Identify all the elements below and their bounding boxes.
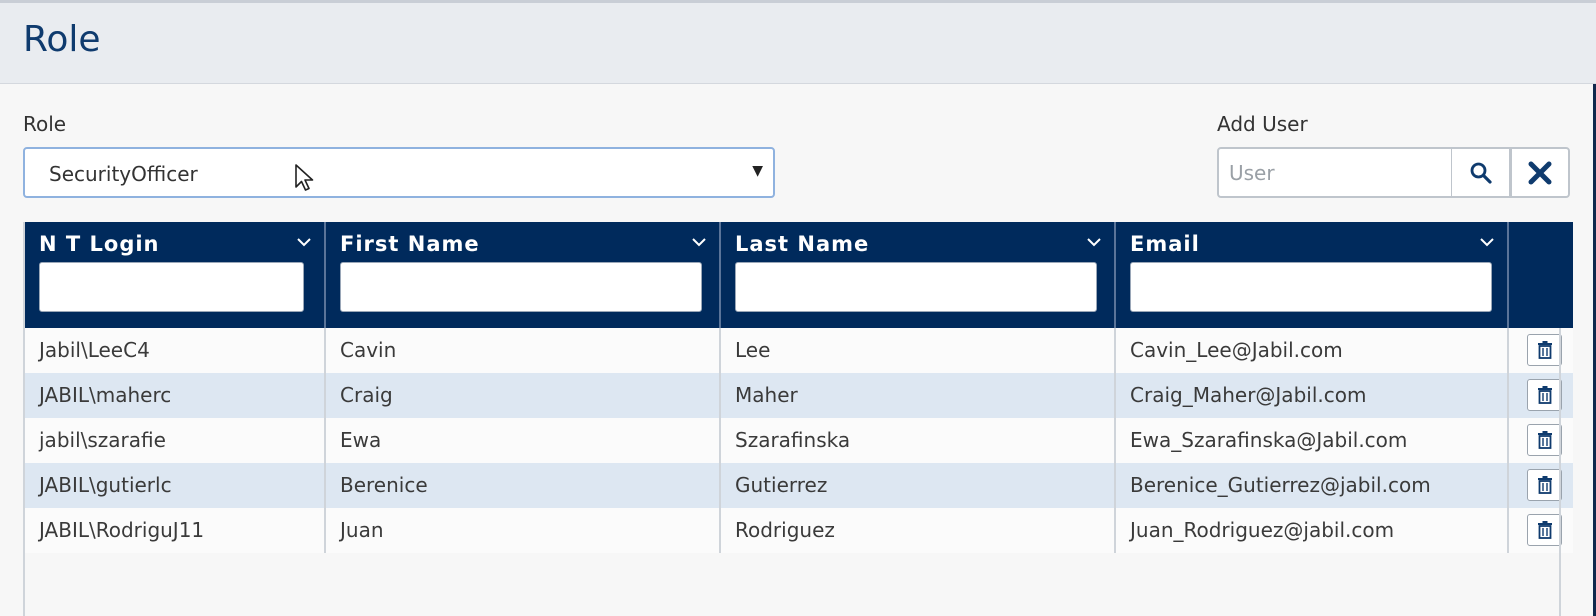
chevron-down-icon[interactable] [296, 236, 312, 248]
cell-last-name: Maher [721, 373, 1116, 418]
column-title: First Name [340, 232, 480, 256]
cell-first-name: Cavin [326, 328, 721, 373]
row-actions [1509, 463, 1573, 508]
cell-email: Cavin_Lee@Jabil.com [1116, 328, 1509, 373]
page-title: Role [23, 19, 101, 60]
add-user-label: Add User [1217, 112, 1308, 136]
last-name-filter-input[interactable] [735, 262, 1097, 312]
search-button[interactable] [1451, 147, 1511, 198]
cell-first-name: Juan [326, 508, 721, 553]
chevron-down-icon[interactable] [1479, 236, 1495, 248]
grid-scrollbar[interactable] [1559, 328, 1561, 616]
cell-first-name: Craig [326, 373, 721, 418]
delete-row-button[interactable] [1527, 514, 1562, 546]
row-actions [1509, 508, 1573, 553]
table-row[interactable]: Jabil\LeeC4 Cavin Lee Cavin_Lee@Jabil.co… [25, 328, 1573, 373]
chevron-down-icon[interactable] [1086, 236, 1102, 248]
column-title: Email [1130, 232, 1200, 256]
cell-nt-login: JABIL\gutierlc [25, 463, 326, 508]
delete-row-button[interactable] [1527, 424, 1562, 456]
trash-icon [1537, 521, 1552, 539]
row-actions [1509, 418, 1573, 463]
clear-button[interactable] [1510, 147, 1570, 198]
nt-login-filter-input[interactable] [39, 262, 304, 312]
trash-icon [1537, 386, 1552, 404]
cell-email: Ewa_Szarafinska@Jabil.com [1116, 418, 1509, 463]
table-row[interactable]: JABIL\gutierlc Berenice Gutierrez Bereni… [25, 463, 1573, 508]
table-row[interactable]: JABIL\RodriguJ11 Juan Rodriguez Juan_Rod… [25, 508, 1573, 553]
user-search-input[interactable] [1217, 147, 1453, 198]
table-row[interactable]: JABIL\maherc Craig Maher Craig_Maher@Jab… [25, 373, 1573, 418]
cell-first-name: Berenice [326, 463, 721, 508]
cell-last-name: Rodriguez [721, 508, 1116, 553]
trash-icon [1537, 341, 1552, 359]
column-header-actions [1509, 222, 1573, 328]
column-title: N T Login [39, 232, 160, 256]
search-icon [1470, 162, 1492, 184]
user-grid: N T Login First Name Last Name Email Jab… [23, 222, 1573, 616]
trash-icon [1537, 476, 1552, 494]
mouse-cursor-icon [295, 164, 314, 191]
caret-down-icon: ▼ [752, 163, 763, 179]
cell-nt-login: JABIL\RodriguJ11 [25, 508, 326, 553]
cell-first-name: Ewa [326, 418, 721, 463]
close-icon [1528, 161, 1552, 184]
grid-header: N T Login First Name Last Name Email [25, 222, 1573, 328]
row-actions [1509, 328, 1573, 373]
column-header-first-name[interactable]: First Name [326, 222, 721, 328]
chevron-down-icon[interactable] [691, 236, 707, 248]
cell-nt-login: JABIL\maherc [25, 373, 326, 418]
first-name-filter-input[interactable] [340, 262, 702, 312]
cell-email: Berenice_Gutierrez@jabil.com [1116, 463, 1509, 508]
role-select-value: SecurityOfficer [49, 162, 198, 186]
cell-nt-login: jabil\szarafie [25, 418, 326, 463]
column-header-email[interactable]: Email [1116, 222, 1509, 328]
cell-last-name: Szarafinska [721, 418, 1116, 463]
cell-last-name: Gutierrez [721, 463, 1116, 508]
delete-row-button[interactable] [1527, 469, 1562, 501]
cell-email: Juan_Rodriguez@jabil.com [1116, 508, 1509, 553]
column-header-last-name[interactable]: Last Name [721, 222, 1116, 328]
cell-last-name: Lee [721, 328, 1116, 373]
column-title: Last Name [735, 232, 870, 256]
delete-row-button[interactable] [1527, 334, 1562, 366]
email-filter-input[interactable] [1130, 262, 1492, 312]
trash-icon [1537, 431, 1552, 449]
role-page: Role Role SecurityOfficer ▼ Add User N T… [0, 0, 1596, 616]
column-header-nt-login[interactable]: N T Login [25, 222, 326, 328]
table-row[interactable]: jabil\szarafie Ewa Szarafinska Ewa_Szara… [25, 418, 1573, 463]
delete-row-button[interactable] [1527, 379, 1562, 411]
role-label: Role [23, 112, 67, 136]
cell-email: Craig_Maher@Jabil.com [1116, 373, 1509, 418]
page-header: Role [0, 3, 1596, 84]
cell-nt-login: Jabil\LeeC4 [25, 328, 326, 373]
role-select[interactable]: SecurityOfficer ▼ [23, 147, 775, 198]
row-actions [1509, 373, 1573, 418]
